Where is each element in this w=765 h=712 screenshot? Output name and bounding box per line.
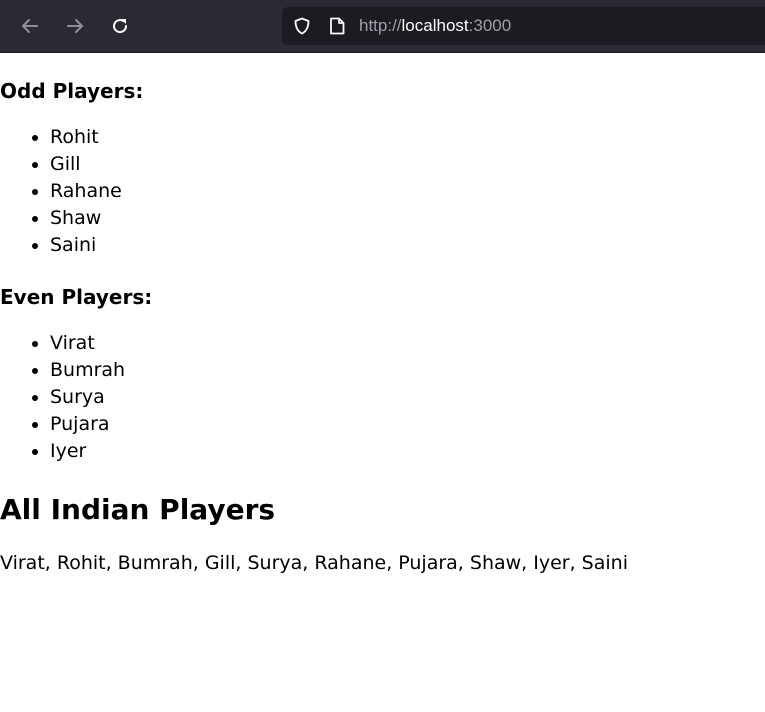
- list-item: Surya: [50, 384, 765, 411]
- list-item: Rohit: [50, 124, 765, 151]
- back-button[interactable]: [15, 11, 45, 41]
- arrow-right-icon: [67, 19, 83, 33]
- url-text[interactable]: http://localhost:3000: [359, 16, 511, 36]
- even-players-heading: Even Players:: [0, 285, 153, 309]
- shield-icon[interactable]: [293, 17, 311, 35]
- list-item: Saini: [50, 232, 765, 259]
- list-item: Iyer: [50, 438, 765, 465]
- page-content: Odd Players: Rohit Gill Rahane Shaw Sain…: [0, 53, 765, 575]
- list-item: Bumrah: [50, 357, 765, 384]
- all-players-heading: All Indian Players: [0, 493, 276, 526]
- reload-icon: [113, 19, 128, 34]
- list-item: Shaw: [50, 205, 765, 232]
- odd-players-list: Rohit Gill Rahane Shaw Saini: [0, 124, 765, 259]
- address-bar[interactable]: http://localhost:3000: [282, 7, 765, 45]
- forward-button[interactable]: [60, 11, 90, 41]
- even-players-list: Virat Bumrah Surya Pujara Iyer: [0, 330, 765, 465]
- odd-players-heading: Odd Players:: [0, 79, 144, 103]
- list-item: Gill: [50, 151, 765, 178]
- list-item: Rahane: [50, 178, 765, 205]
- reload-button[interactable]: [105, 11, 135, 41]
- url-scheme: http://: [359, 16, 402, 35]
- arrow-left-icon: [22, 19, 38, 33]
- url-port: :3000: [468, 16, 512, 35]
- url-host: localhost: [401, 16, 469, 35]
- list-item: Virat: [50, 330, 765, 357]
- browser-toolbar: http://localhost:3000: [0, 0, 765, 53]
- page-icon: [330, 17, 345, 35]
- list-item: Pujara: [50, 411, 765, 438]
- all-players-text: Virat, Rohit, Bumrah, Gill, Surya, Rahan…: [0, 552, 628, 574]
